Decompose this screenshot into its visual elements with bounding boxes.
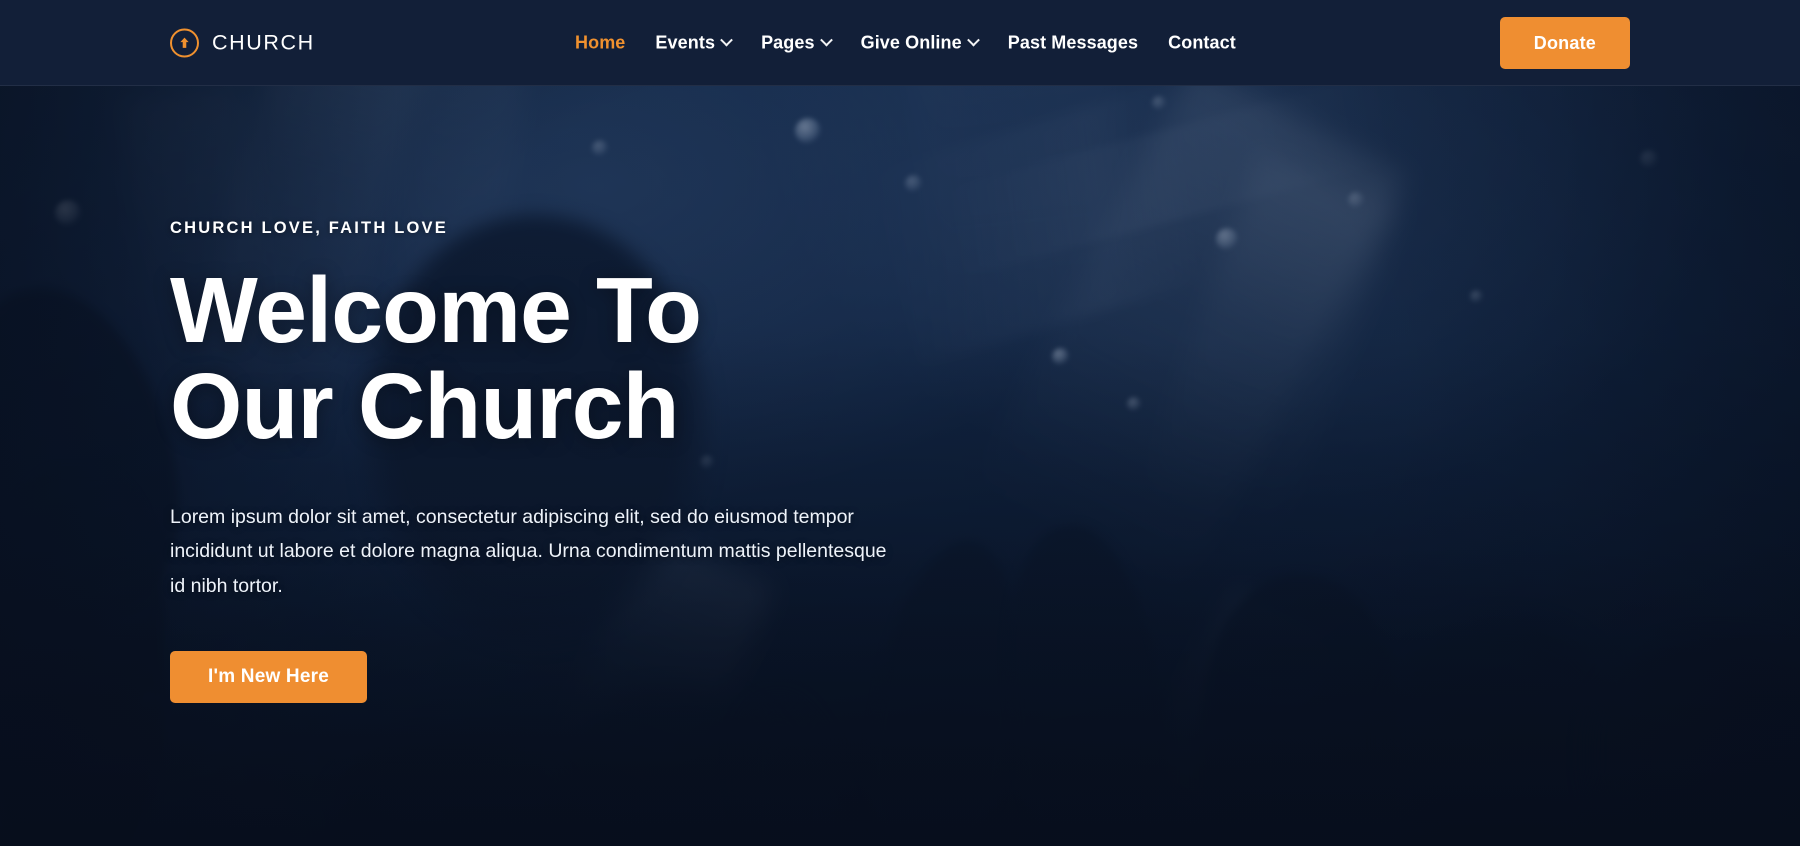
brand-name: CHURCH bbox=[212, 30, 315, 55]
hero-eyebrow: CHURCH LOVE, FAITH LOVE bbox=[170, 219, 448, 237]
nav-item-pages[interactable]: Pages bbox=[746, 33, 846, 54]
brand-logo-link[interactable]: CHURCH bbox=[170, 28, 315, 58]
nav-item-label: Contact bbox=[1168, 32, 1236, 53]
main-navigation: Home Events Pages Give Online Past Messa… bbox=[560, 33, 1251, 54]
nav-item-past-messages[interactable]: Past Messages bbox=[993, 33, 1153, 54]
church-landing-page: CHURCH LOVE, FAITH LOVE Welcome To Our C… bbox=[0, 0, 1800, 846]
hero-headline: Welcome To Our Church bbox=[170, 262, 1070, 458]
chevron-down-icon bbox=[819, 33, 833, 47]
hero-content: CHURCH LOVE, FAITH LOVE Welcome To Our C… bbox=[170, 86, 1070, 703]
chevron-down-icon bbox=[966, 33, 980, 47]
circle-up-arrow-icon bbox=[170, 28, 199, 58]
nav-item-label: Past Messages bbox=[1007, 32, 1139, 53]
nav-item-label: Give Online bbox=[860, 32, 962, 53]
nav-item-label: Pages bbox=[761, 32, 815, 53]
nav-item-events[interactable]: Events bbox=[640, 33, 746, 54]
hero-headline-line-1: Welcome To bbox=[170, 258, 702, 362]
nav-item-home[interactable]: Home bbox=[560, 33, 640, 54]
site-header: CHURCH Home Events Pages Give Online Pas… bbox=[0, 0, 1800, 86]
im-new-here-button[interactable]: I'm New Here bbox=[170, 650, 367, 703]
hero-headline-line-2: Our Church bbox=[170, 353, 679, 458]
nav-item-label: Events bbox=[655, 32, 716, 53]
donate-button[interactable]: Donate bbox=[1499, 17, 1630, 69]
nav-item-give-online[interactable]: Give Online bbox=[846, 33, 993, 54]
hero-section: CHURCH LOVE, FAITH LOVE Welcome To Our C… bbox=[0, 0, 1800, 846]
nav-item-contact[interactable]: Contact bbox=[1153, 33, 1251, 54]
nav-item-label: Home bbox=[575, 32, 626, 53]
hero-paragraph: Lorem ipsum dolor sit amet, consectetur … bbox=[170, 505, 887, 597]
chevron-down-icon bbox=[720, 33, 733, 47]
